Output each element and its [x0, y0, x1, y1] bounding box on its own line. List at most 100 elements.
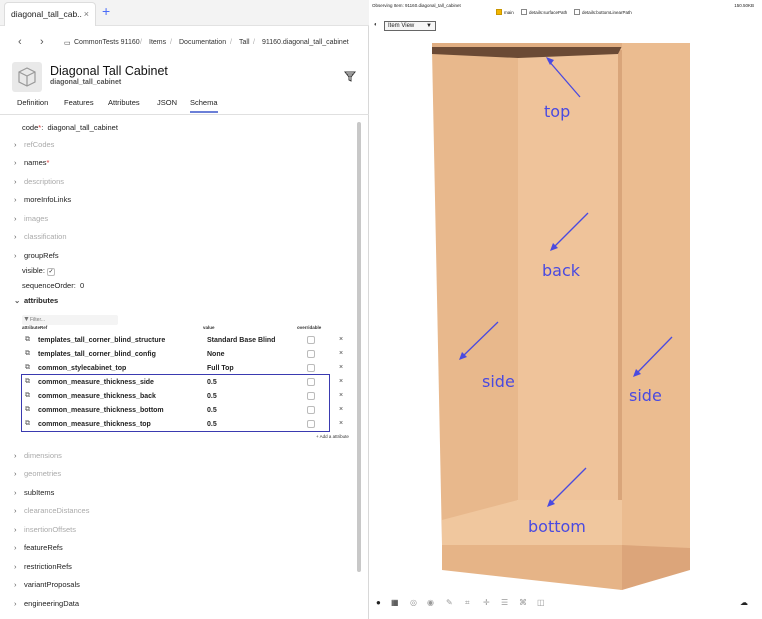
tree-node-moreinfolinks[interactable]: › moreInfoLinks	[14, 195, 71, 209]
target-icon[interactable]: ◉	[427, 598, 434, 607]
layers-icon[interactable]: ◫	[537, 598, 545, 607]
node-label: classification	[24, 232, 67, 241]
tab-attributes[interactable]: Attributes	[108, 98, 140, 107]
attribute-value[interactable]: Full Top	[207, 365, 234, 372]
remove-icon[interactable]: ×	[339, 392, 343, 399]
add-attribute-button[interactable]: + Add a attribute	[316, 434, 349, 439]
chevron-right-icon: ›	[14, 469, 17, 478]
node-label: images	[24, 214, 49, 223]
tree-node-restrictionrefs[interactable]: › restrictionRefs	[14, 562, 72, 576]
main-checkbox[interactable]	[496, 9, 502, 15]
tree-node-names[interactable]: › names*	[14, 158, 49, 172]
tree-node-attributes[interactable]: ⌄ attributes	[14, 296, 58, 310]
cabinet-base-side	[622, 545, 690, 590]
3d-viewer-panel: Observing Item: 91160.diagonal_tall_cabi…	[370, 0, 762, 619]
observing-label: Observing Item: 91160.diagonal_tall_cabi…	[372, 3, 461, 8]
tab-definition[interactable]: Definition	[17, 98, 48, 107]
node-label: attributes	[24, 296, 59, 305]
node-label: insertionOffsets	[24, 525, 76, 534]
palette-icon[interactable]: ●	[376, 598, 381, 607]
column-header-attributeref: attributeRef	[22, 325, 48, 330]
tab-schema[interactable]: Schema	[190, 98, 218, 113]
tree-node-clearancedistances[interactable]: › clearanceDistances	[14, 506, 89, 520]
attribute-value[interactable]: Standard Base Blind	[207, 337, 275, 344]
crop-icon[interactable]: ⌗	[465, 598, 470, 608]
tree-node-classification[interactable]: › classification	[14, 232, 67, 246]
node-label: dimensions	[24, 451, 62, 460]
tab-json[interactable]: JSON	[157, 98, 177, 107]
cube-icon	[12, 62, 42, 92]
cabinet-3d-view[interactable]: top back side side bottom	[370, 30, 762, 595]
scrollbar[interactable]	[357, 122, 361, 572]
breadcrumb-item-items[interactable]: Items	[149, 39, 166, 46]
tree-node-dimensions[interactable]: › dimensions	[14, 451, 62, 465]
close-icon[interactable]: ×	[84, 3, 89, 25]
bottom-linear-path-checkbox[interactable]	[574, 9, 580, 15]
code-row: code*: diagonal_tall_cabinet	[22, 123, 118, 132]
tree-node-refcodes[interactable]: › refCodes	[14, 140, 54, 154]
filter-funnel-icon[interactable]	[343, 70, 357, 85]
table-row: ⧉ templates_tall_corner_blind_config Non…	[22, 348, 358, 362]
attribute-ref: templates_tall_corner_blind_structure	[38, 337, 166, 344]
cabinet-edge	[618, 50, 622, 500]
view-selector-row: ◐ Item View ▼	[374, 21, 436, 31]
viewer-bottom-toolbar: ● ▦ ◎ ◉ ✎ ⌗ ✛ ☰ ⌘ ◫ ☁	[370, 596, 762, 612]
external-link-icon[interactable]: ⧉	[25, 336, 30, 344]
pencil-icon[interactable]: ✎	[446, 598, 453, 607]
forward-arrow-icon[interactable]: ›	[40, 36, 44, 48]
breadcrumb-item-commontests[interactable]: CommonTests 91160	[74, 39, 140, 46]
chevron-down-icon: ▼	[426, 23, 432, 29]
breadcrumb-item-tall[interactable]: Tall	[239, 39, 250, 46]
tree-icon[interactable]: ⌘	[519, 598, 527, 607]
sequence-order-value[interactable]: 0	[80, 281, 84, 290]
overridable-checkbox[interactable]	[307, 336, 315, 344]
surface-path-checkbox[interactable]	[521, 9, 527, 15]
node-label: groupRefs	[24, 251, 59, 260]
external-link-icon[interactable]: ⧉	[25, 350, 30, 358]
attribute-value[interactable]: None	[207, 351, 225, 358]
tab-bar: diagonal_tall_cab.. × +	[0, 0, 369, 26]
external-link-icon[interactable]: ⧉	[25, 364, 30, 372]
chevron-right-icon: ›	[14, 214, 17, 223]
filter-input[interactable]: ▼ Filter...	[22, 315, 118, 325]
tree-node-geometries[interactable]: › geometries	[14, 469, 61, 483]
lines-icon[interactable]: ☰	[501, 598, 508, 607]
tree-node-engineeringdata[interactable]: › engineeringData	[14, 599, 79, 613]
remove-icon[interactable]: ×	[339, 420, 343, 427]
breadcrumb-item-documentation[interactable]: Documentation	[179, 39, 226, 46]
visible-checkbox[interactable]: ✓	[47, 268, 56, 276]
tree-node-images[interactable]: › images	[14, 214, 48, 228]
cloud-download-icon[interactable]: ☁	[740, 598, 748, 607]
back-arrow-icon[interactable]: ‹	[18, 36, 22, 48]
add-tab-icon[interactable]: +	[102, 3, 110, 19]
label-bottom: bottom	[528, 517, 586, 536]
overridable-checkbox[interactable]	[307, 364, 315, 372]
tree-node-descriptions[interactable]: › descriptions	[14, 177, 64, 191]
column-header-overridable: overridable	[297, 325, 322, 330]
column-header-value: value	[203, 325, 215, 330]
compass-icon[interactable]: ◎	[410, 598, 417, 607]
remove-icon[interactable]: ×	[339, 406, 343, 413]
filter-placeholder: Filter...	[30, 317, 46, 323]
chevron-right-icon: ›	[14, 158, 17, 167]
tree-node-variantproposals[interactable]: › variantProposals	[14, 580, 80, 594]
code-value[interactable]: diagonal_tall_cabinet	[47, 123, 117, 132]
tree-node-subitems[interactable]: › subItems	[14, 488, 54, 502]
tree-node-featurerefs[interactable]: › featureRefs	[14, 543, 63, 557]
cross-icon[interactable]: ✛	[483, 598, 490, 607]
bottom-linear-path-label: details:bottomLinearPath	[582, 10, 632, 15]
grid-icon[interactable]: ▦	[391, 598, 399, 607]
sequence-order-label: sequenceOrder:	[22, 281, 76, 290]
tree-node-grouprefs[interactable]: › groupRefs	[14, 251, 59, 265]
tab-features[interactable]: Features	[64, 98, 94, 107]
tree-node-insertionoffsets[interactable]: › insertionOffsets	[14, 525, 76, 539]
remove-icon[interactable]: ×	[339, 350, 343, 357]
remove-icon[interactable]: ×	[339, 378, 343, 385]
node-label: engineeringData	[24, 599, 80, 608]
overridable-checkbox[interactable]	[307, 350, 315, 358]
remove-icon[interactable]: ×	[339, 364, 343, 371]
code-label: code	[22, 123, 39, 132]
remove-icon[interactable]: ×	[339, 336, 343, 343]
attribute-ref: templates_tall_corner_blind_config	[38, 351, 156, 358]
tab-diagonal-tall-cabinet[interactable]: diagonal_tall_cab.. ×	[4, 2, 96, 26]
